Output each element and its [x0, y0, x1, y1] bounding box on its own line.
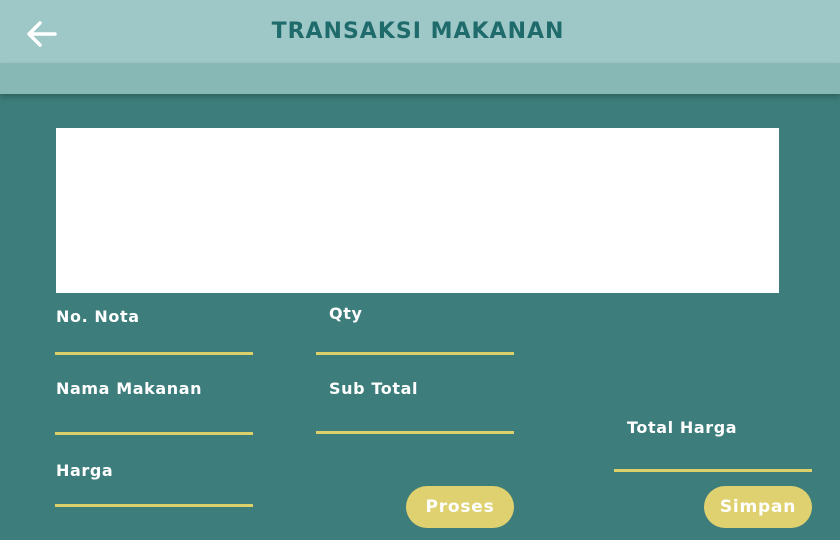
nama-makanan-label: Nama Makanan [56, 379, 203, 398]
page-title: TRANSAKSI MAKANAN [271, 19, 565, 44]
total-harga-label: Total Harga [627, 418, 738, 437]
harga-input[interactable] [55, 482, 253, 507]
no-nota-label: No. Nota [56, 307, 140, 326]
qty-label: Qty [329, 304, 363, 323]
total-harga-input[interactable] [614, 447, 812, 472]
sub-total-label: Sub Total [329, 379, 419, 398]
no-nota-input[interactable] [55, 330, 253, 355]
simpan-button[interactable]: Simpan [704, 486, 812, 528]
nama-makanan-input[interactable] [55, 410, 253, 435]
qty-input[interactable] [316, 330, 514, 355]
sub-total-input[interactable] [316, 409, 514, 434]
app-bar-extension [0, 63, 840, 94]
proses-button[interactable]: Proses [406, 486, 514, 528]
harga-label: Harga [56, 461, 114, 480]
transaction-table[interactable] [56, 128, 779, 293]
